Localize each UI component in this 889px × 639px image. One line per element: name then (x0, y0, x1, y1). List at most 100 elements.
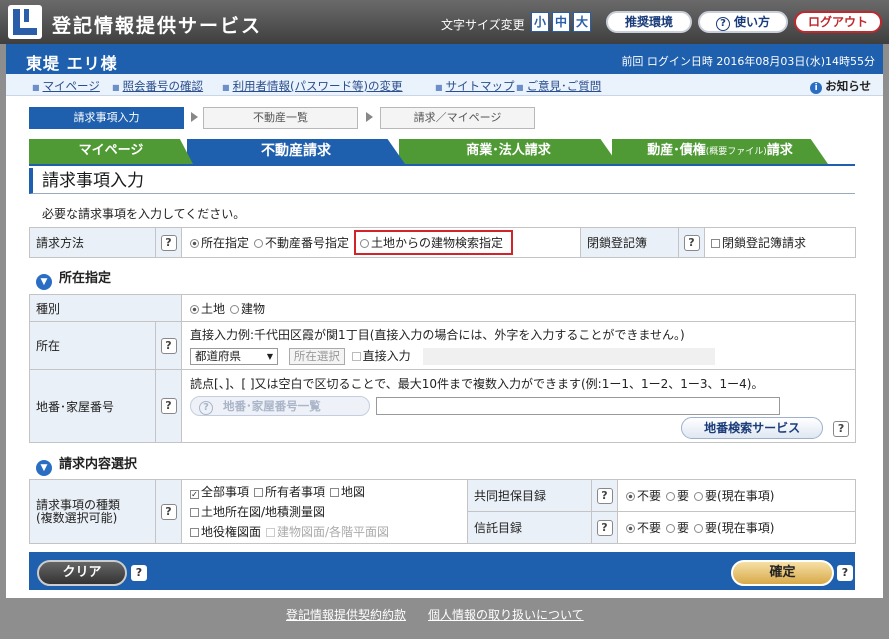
method-number-radio[interactable]: 不動産番号指定 (254, 236, 349, 250)
tab-movable-small: (概要ファイル) (705, 147, 767, 157)
help-question-icon[interactable]: ? (683, 234, 700, 251)
privacy-link[interactable]: 個人情報の取り扱いについて (428, 606, 584, 623)
chevron-down-icon[interactable]: ▼ (36, 460, 52, 476)
trust-not-needed-radio[interactable]: 不要 (626, 521, 661, 535)
closed-register-option: 閉鎖登記簿請求 (722, 236, 807, 250)
tab-movable[interactable]: 動産･債権(概要ファイル)請求 (612, 139, 828, 164)
step-arrow-icon (191, 112, 198, 122)
type-label: 種別 (28, 294, 183, 322)
kind-label: 請求事項の種類 (複数選択可能) (29, 479, 156, 544)
request-section-title: ▼ 請求内容選択 (36, 453, 137, 476)
location-table: 種別 土地 建物 所在 ? 直接入力例:千代田区霞が関1丁目(直接入力の場合には、… (28, 294, 857, 443)
top-header: 登記情報提供サービス 文字サイズ変更 小 中 大 推奨環境 ? 使い方 ログアウト (0, 0, 889, 44)
location-select-button: 所在選択 (288, 347, 345, 365)
step-arrow-icon (366, 112, 373, 122)
prefecture-select[interactable]: 都道府県 ▼ (190, 347, 279, 365)
link-sitemap[interactable]: サイトマップ (435, 78, 515, 94)
lot-cell: 読点[、]、[ ]又は空白で区切ることで、最大10件まで複数入力ができます(例:… (181, 369, 857, 443)
method-building-search-radio[interactable]: 土地からの建物検索指定 (354, 230, 514, 255)
type-land-radio[interactable]: 土地 (190, 302, 225, 316)
recommended-env-button[interactable]: 推奨環境 (606, 11, 692, 33)
kind-options: ✓ 全部事項 所有者事項 地図 土地所在図/地積測量図 地役権図面 建物図面/各階平面図 (181, 479, 468, 544)
trust-options: 不要要要(現在事項) (617, 511, 856, 544)
lot-search-service-button[interactable]: 地番検索サービス (681, 417, 824, 440)
joint-not-needed-radio[interactable]: 不要 (626, 489, 661, 503)
method-options: 所在指定 不動産番号指定 土地からの建物検索指定 (181, 227, 581, 258)
tab-underline (29, 164, 855, 166)
chevron-down-icon[interactable]: ▼ (36, 274, 52, 290)
help-question-icon[interactable]: ? (160, 398, 177, 414)
tab-movable-main: 動産･債権 (647, 143, 706, 158)
direct-input-checkbox[interactable]: 直接入力 (351, 348, 411, 363)
type-building-radio[interactable]: 建物 (230, 302, 265, 316)
page-title: 請求事項入力 (29, 168, 855, 194)
help-question-icon[interactable]: ? (833, 420, 850, 437)
kind-building-plan-checkbox: 建物図面/各階平面図 (266, 525, 389, 539)
help-question-icon[interactable]: ? (160, 503, 177, 520)
help-question-icon[interactable]: ? (160, 337, 177, 354)
joint-needed-radio[interactable]: 要 (666, 489, 689, 503)
joint-current-radio[interactable]: 要(現在事項) (694, 489, 774, 503)
tab-movable-suffix: 請求 (766, 143, 793, 158)
tab-real-estate[interactable]: 不動産請求 (187, 139, 405, 164)
kind-owner-checkbox[interactable]: 所有者事項 (254, 485, 325, 499)
help-button[interactable]: ? 使い方 (698, 11, 788, 33)
lot-list-label: 地番･家屋番号一覧 (223, 399, 321, 414)
user-bar: 東堤 エリ様 前回 ログイン日時 2016年08月03日(水)14時55分 (6, 44, 883, 74)
location-section-title: ▼ 所在指定 (36, 267, 111, 290)
link-feedback[interactable]: ご意見･ご質問 (516, 78, 602, 94)
help-question-icon[interactable]: ? (596, 519, 613, 536)
step-input: 請求事項入力 (29, 107, 184, 129)
trust-needed-radio[interactable]: 要 (666, 521, 689, 535)
font-size-medium-button[interactable]: 中 (552, 12, 570, 32)
closed-register-checkbox[interactable]: 閉鎖登記簿請求 (704, 227, 856, 258)
help-question-icon[interactable]: ? (596, 487, 613, 504)
clear-button[interactable]: クリア (37, 560, 127, 586)
user-name: 東堤 エリ様 (26, 54, 118, 73)
notice-label: お知らせ (825, 79, 871, 93)
font-size-large-button[interactable]: 大 (573, 12, 591, 32)
link-user-info-change[interactable]: 利用者情報(パスワード等)の変更 (222, 78, 403, 94)
help-question-icon[interactable]: ? (131, 565, 147, 581)
kind-map-checkbox[interactable]: 地図 (330, 485, 365, 499)
trust-current-radio[interactable]: 要(現在事項) (694, 521, 774, 535)
app-logo (8, 5, 42, 39)
step-request: 請求／マイページ (380, 107, 535, 129)
help-question-icon[interactable]: ? (160, 234, 177, 251)
location-text-input (422, 347, 715, 365)
trust-label: 信託目録 (467, 511, 592, 544)
location-note: 直接入力例:千代田区霞が関1丁目(直接入力の場合には、外字を入力することができま… (190, 327, 685, 342)
direct-input-label: 直接入力 (362, 348, 411, 363)
last-login: 前回 ログイン日時 2016年08月03日(水)14時55分 (621, 55, 875, 68)
question-icon: ? (199, 401, 214, 416)
link-mypage[interactable]: マイページ (32, 78, 100, 94)
logout-button[interactable]: ログアウト (794, 11, 882, 33)
step-list: 不動産一覧 (203, 107, 358, 129)
kind-easement-checkbox[interactable]: 地役権図面 (190, 525, 261, 539)
help-question-icon[interactable]: ? (837, 565, 853, 581)
confirm-button[interactable]: 確定 (731, 560, 834, 586)
tab-commercial[interactable]: 商業･法人請求 (399, 139, 618, 164)
font-size-small-button[interactable]: 小 (531, 12, 549, 32)
help-label: 使い方 (733, 15, 770, 29)
kind-survey-map-checkbox[interactable]: 土地所在図/地積測量図 (190, 505, 325, 519)
lot-note: 読点[、]、[ ]又は空白で区切ることで、最大10件まで複数入力ができます(例:… (190, 376, 764, 391)
kind-all-checkbox[interactable]: ✓ 全部事項 (190, 485, 249, 499)
lot-label: 地番･家屋番号 (29, 369, 156, 443)
app-title: 登記情報提供サービス (52, 15, 263, 37)
closed-register-label: 閉鎖登記簿 (580, 227, 679, 258)
lot-number-input[interactable] (375, 397, 780, 416)
method-label: 請求方法 (29, 227, 156, 258)
joint-collateral-label: 共同担保目録 (467, 479, 592, 512)
tab-mypage[interactable]: マイページ (29, 139, 193, 164)
lot-list-button: ? 地番･家屋番号一覧 (190, 396, 371, 417)
nav-links: マイページ 照会番号の確認 利用者情報(パスワード等)の変更 サイトマップ ご意… (6, 74, 883, 96)
location-cell: 直接入力例:千代田区霞が関1丁目(直接入力の場合には、外字を入力することができま… (181, 321, 857, 370)
method-address-radio[interactable]: 所在指定 (190, 236, 249, 250)
terms-link[interactable]: 登記情報提供契約約款 (286, 606, 406, 623)
notice-link[interactable]: i お知らせ (810, 78, 871, 94)
question-icon: ? (715, 17, 730, 31)
request-table: 請求事項の種類 (複数選択可能) ? ✓ 全部事項 所有者事項 地図 土地所在図/地積測… (29, 479, 856, 544)
link-reference-number[interactable]: 照会番号の確認 (112, 78, 204, 94)
location-label: 所在 (29, 321, 156, 370)
